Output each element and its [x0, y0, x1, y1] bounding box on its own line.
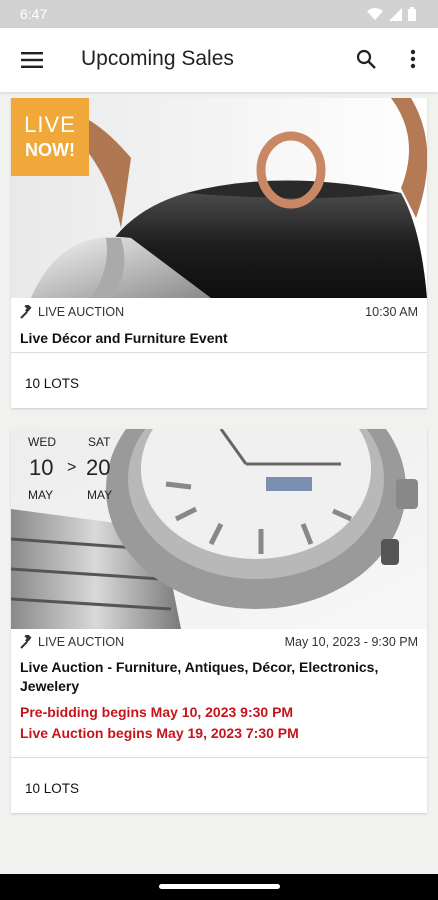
- battery-icon: [408, 7, 416, 21]
- home-indicator[interactable]: [159, 884, 280, 889]
- badge-line2: NOW!: [25, 140, 75, 160]
- gavel-icon: [20, 635, 32, 649]
- date-arrow: >: [67, 459, 77, 476]
- sale-time: May 10, 2023 - 9:30 PM: [284, 635, 418, 649]
- sale-card[interactable]: LIVE NOW! LIVE AUCTION 10:30 AM Live Déc…: [11, 98, 427, 408]
- prebid-notice: Pre-bidding begins May 10, 2023 9:30 PM: [20, 704, 294, 720]
- auction-type-label: LIVE AUCTION: [38, 635, 125, 649]
- sale-title[interactable]: Live Auction - Furniture, Antiques, Déco…: [20, 658, 418, 696]
- more-vertical-icon: [410, 49, 416, 69]
- date-range: WED 10 MAY > SAT 20 MAY: [11, 429, 131, 507]
- status-icons: [367, 7, 416, 21]
- gavel-icon: [20, 305, 32, 319]
- more-options-button[interactable]: [401, 46, 425, 72]
- navigation-bar: [0, 874, 438, 900]
- badge-line1: LIVE: [24, 112, 76, 137]
- sale-card[interactable]: WED 10 MAY > SAT 20 MAY LIVE AUCTION May…: [11, 429, 427, 813]
- divider: [11, 757, 427, 758]
- sale-meta: LIVE AUCTION May 10, 2023 - 9:30 PM: [20, 635, 418, 649]
- sale-image-kettle[interactable]: LIVE NOW!: [11, 98, 427, 298]
- divider: [11, 352, 427, 353]
- live-start-notice: Live Auction begins May 19, 2023 7:30 PM: [20, 725, 299, 741]
- search-icon: [356, 49, 376, 69]
- end-day-of-week: SAT: [88, 435, 111, 449]
- start-day-of-week: WED: [28, 435, 56, 449]
- lots-count[interactable]: 10 LOTS: [25, 781, 79, 796]
- sale-time: 10:30 AM: [365, 305, 418, 319]
- auction-type-label: LIVE AUCTION: [38, 305, 125, 319]
- status-bar: 6:47: [0, 0, 438, 28]
- lots-count[interactable]: 10 LOTS: [25, 376, 79, 391]
- hamburger-menu-icon: [21, 52, 43, 68]
- start-day: 10: [29, 455, 54, 480]
- auction-type: LIVE AUCTION: [20, 635, 124, 649]
- app-bar: Upcoming Sales: [0, 28, 438, 92]
- sale-title[interactable]: Live Décor and Furniture Event: [20, 329, 418, 348]
- auction-type: LIVE AUCTION: [20, 305, 124, 319]
- end-month: MAY: [87, 488, 113, 502]
- end-day: 20: [86, 455, 111, 480]
- live-now-badge: LIVE NOW!: [11, 98, 89, 176]
- sale-meta: LIVE AUCTION 10:30 AM: [20, 305, 418, 319]
- page-title: Upcoming Sales: [81, 47, 234, 70]
- status-time: 6:47: [20, 6, 48, 22]
- search-button[interactable]: [353, 46, 379, 72]
- signal-icon: [389, 7, 402, 21]
- sale-image-watch[interactable]: WED 10 MAY > SAT 20 MAY: [11, 429, 427, 629]
- menu-button[interactable]: [20, 48, 44, 72]
- wifi-icon: [367, 7, 383, 20]
- start-month: MAY: [28, 488, 54, 502]
